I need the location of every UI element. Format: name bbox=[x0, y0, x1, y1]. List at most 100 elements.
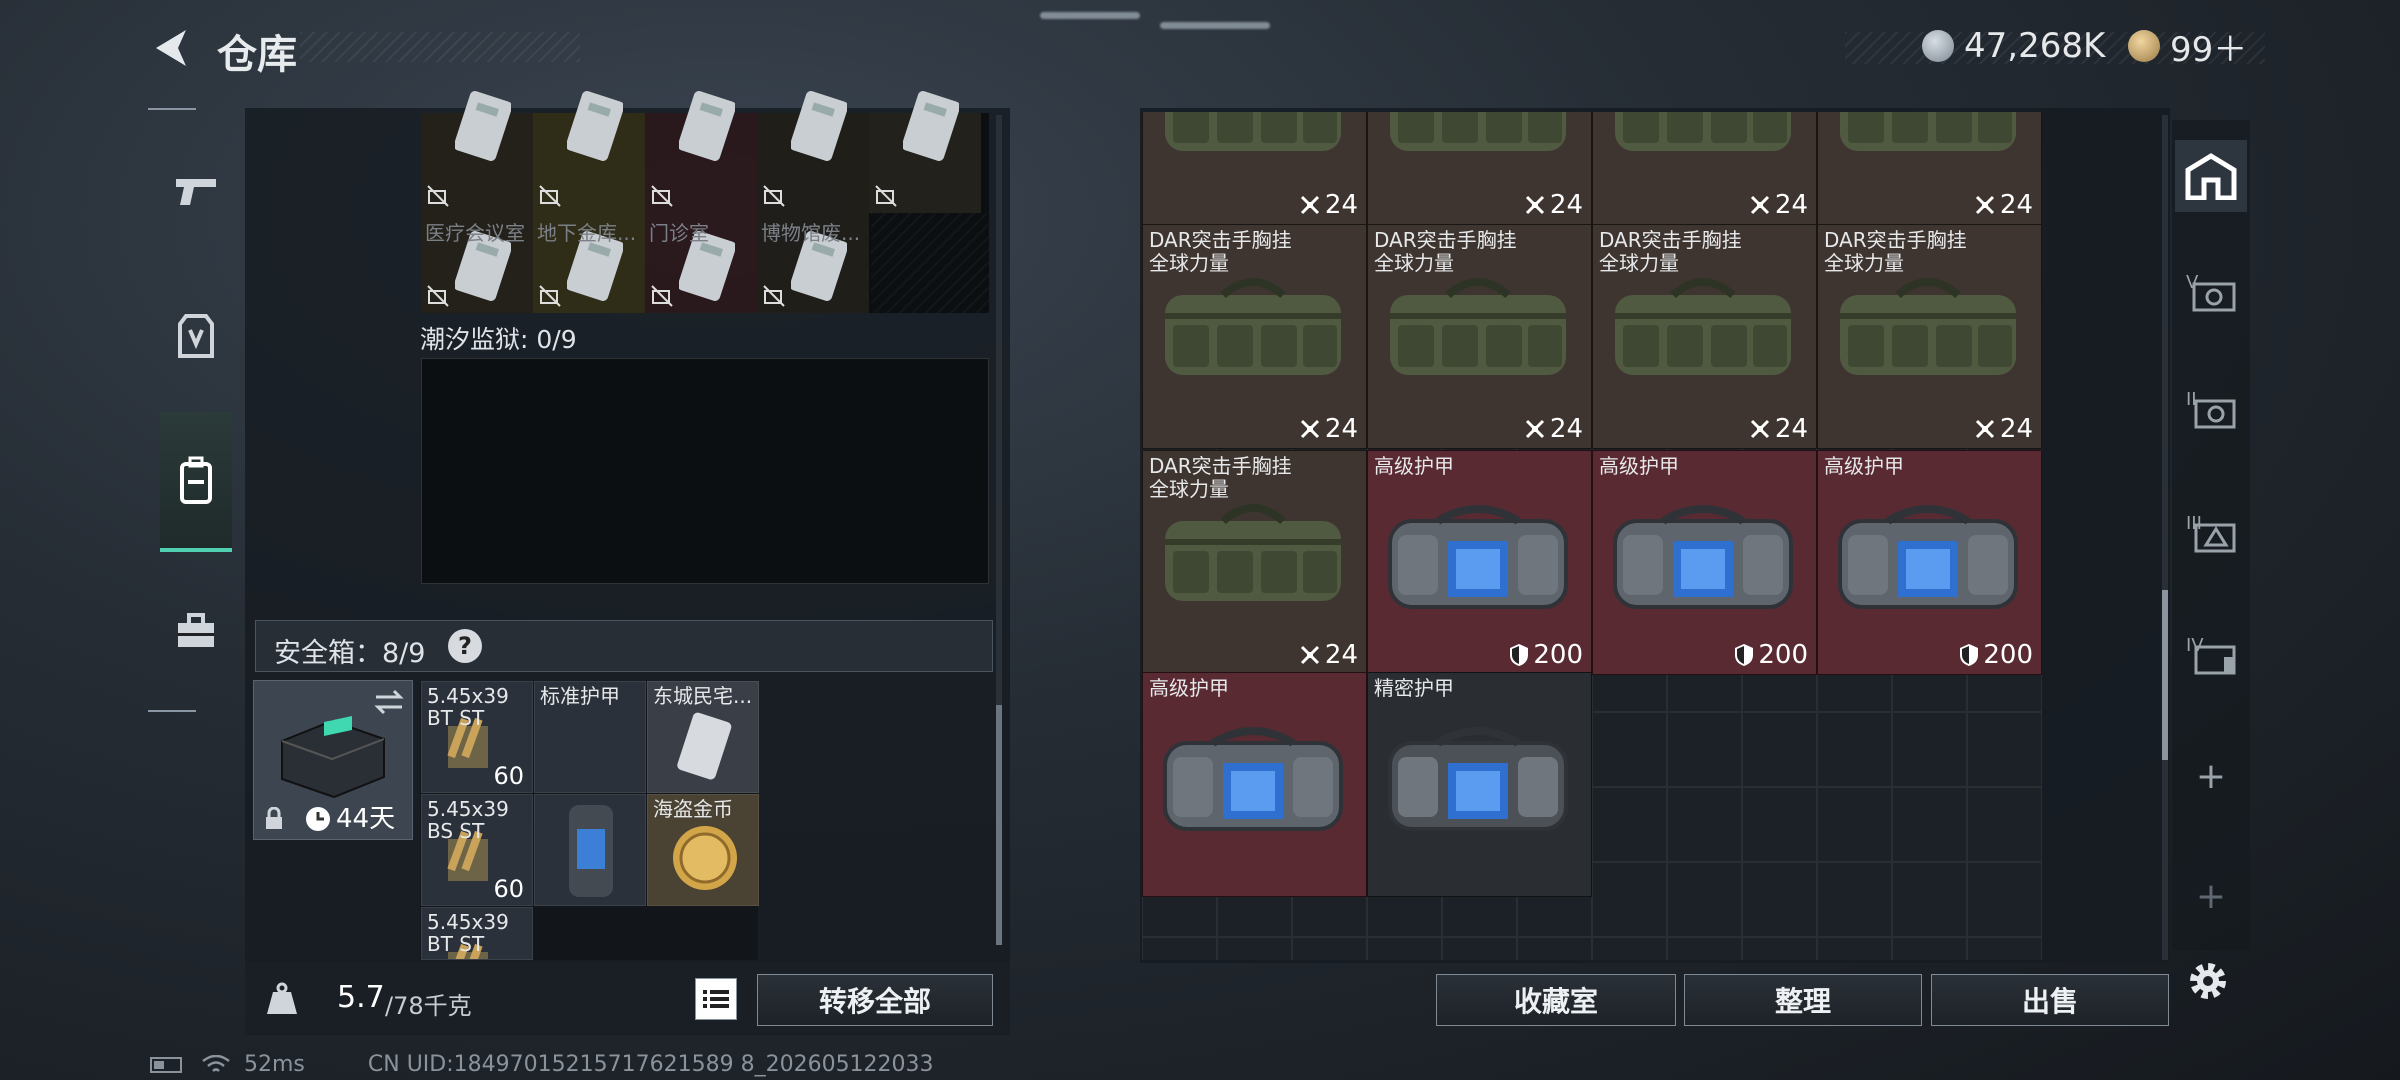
stash-empty-cell[interactable] bbox=[1667, 937, 1742, 960]
left-scrollbar[interactable] bbox=[996, 115, 1002, 945]
durability-shield-icon bbox=[1960, 644, 1979, 666]
item-name: DAR突击手胸挂 bbox=[1599, 228, 1742, 252]
rail-case-4[interactable]: IV bbox=[2175, 618, 2247, 690]
currency-koen-value: 47,268K bbox=[1964, 26, 2106, 66]
item-name: DAR突击手胸挂 bbox=[1374, 228, 1517, 252]
stash-item[interactable]: 全球力量24 bbox=[1592, 112, 1817, 225]
stash-empty-cell[interactable] bbox=[1967, 712, 2042, 787]
stash-empty-cell[interactable] bbox=[1742, 862, 1817, 937]
stash-item[interactable]: 高级护甲 200 bbox=[1367, 450, 1592, 675]
stash-empty-cell[interactable] bbox=[1217, 937, 1292, 960]
stash-empty-cell[interactable] bbox=[1817, 937, 1892, 960]
safebox-item[interactable] bbox=[534, 794, 646, 906]
stash-empty-cell[interactable] bbox=[1592, 862, 1667, 937]
keycard-slot[interactable] bbox=[645, 91, 757, 213]
keycard-slot[interactable] bbox=[869, 91, 981, 213]
keycard-slot[interactable]: 地下金库... bbox=[533, 213, 645, 313]
stash-item[interactable]: DAR突击手胸挂 全球力量 24 bbox=[1142, 450, 1367, 675]
collection-room-button[interactable]: 收藏室 bbox=[1436, 974, 1676, 1026]
armor-bag-icon bbox=[1163, 727, 1343, 831]
rail-add-case-1[interactable]: + bbox=[2175, 740, 2247, 812]
nav-toolbox[interactable] bbox=[160, 595, 232, 667]
rail-case-3[interactable]: III bbox=[2175, 496, 2247, 568]
stash-empty-cell[interactable] bbox=[1667, 787, 1742, 862]
rail-add-case-2[interactable]: + bbox=[2175, 860, 2247, 932]
keycard-slot[interactable] bbox=[533, 91, 645, 213]
sort-button[interactable]: 整理 bbox=[1684, 974, 1922, 1026]
keycard-slot[interactable] bbox=[757, 91, 869, 213]
nav-weapons[interactable] bbox=[160, 155, 232, 227]
stash-empty-cell[interactable] bbox=[1967, 787, 2042, 862]
stash-empty-cell[interactable] bbox=[1892, 937, 1967, 960]
settings-button[interactable] bbox=[2172, 945, 2244, 1017]
stash-item[interactable]: DAR突击手胸挂 全球力量 24 bbox=[1142, 224, 1367, 449]
stash-scrollbar[interactable] bbox=[2162, 115, 2168, 960]
stash-item[interactable]: 全球力量24 bbox=[1142, 112, 1367, 225]
back-arrow-icon[interactable] bbox=[150, 26, 190, 70]
stash-item[interactable]: DAR突击手胸挂 全球力量 24 bbox=[1367, 224, 1592, 449]
stash-empty-cell[interactable] bbox=[1667, 712, 1742, 787]
safebox-item[interactable]: 5.45x39 BT ST 60 bbox=[421, 681, 533, 793]
stash-empty-cell[interactable] bbox=[1517, 937, 1592, 960]
no-extract-icon bbox=[763, 285, 785, 307]
prison-grid[interactable] bbox=[421, 358, 989, 584]
stash-item[interactable]: 精密护甲 bbox=[1367, 672, 1592, 897]
stash-empty-cell[interactable] bbox=[1592, 712, 1667, 787]
safebox-item[interactable]: 5.45x39 BS ST 60 bbox=[421, 794, 533, 906]
item-label: DAR突击手胸挂 全球力量 bbox=[1149, 455, 1292, 501]
currency-token[interactable]: 99＋ bbox=[2128, 28, 2247, 70]
safebox-item[interactable]: 东城民宅... bbox=[647, 681, 759, 793]
armor-bag-icon bbox=[1388, 505, 1568, 609]
stash-item[interactable]: 高级护甲 bbox=[1142, 672, 1367, 897]
stash-empty-cell[interactable] bbox=[1892, 712, 1967, 787]
stash-empty-cell[interactable] bbox=[1967, 862, 2042, 937]
stash-empty-cell[interactable] bbox=[1292, 937, 1367, 960]
safebox-item[interactable]: 标准护甲 bbox=[534, 681, 646, 793]
stash-empty-cell[interactable] bbox=[1742, 937, 1817, 960]
sell-button[interactable]: 出售 bbox=[1931, 974, 2169, 1026]
stash-empty-cell[interactable] bbox=[1142, 937, 1217, 960]
stash-empty-cell[interactable] bbox=[1967, 937, 2042, 960]
keycard-slot[interactable]: 门诊室 bbox=[645, 213, 757, 313]
stash-item[interactable]: DAR突击手胸挂 全球力量 24 bbox=[1817, 224, 2042, 449]
nav-equipment[interactable] bbox=[160, 300, 232, 372]
currency-koen[interactable]: 47,268K bbox=[1922, 26, 2106, 66]
item-stat: 24 bbox=[1299, 190, 1358, 220]
stash-item[interactable]: 全球力量24 bbox=[1817, 112, 2042, 225]
stash-empty-cell[interactable] bbox=[1892, 787, 1967, 862]
safebox-item[interactable]: 海盗金币 bbox=[647, 794, 759, 906]
stash-item[interactable]: 高级护甲 200 bbox=[1592, 450, 1817, 675]
stash-empty-cell[interactable] bbox=[1817, 712, 1892, 787]
keycard-slot[interactable]: 博物馆废... bbox=[757, 213, 869, 313]
stash-empty-cell[interactable] bbox=[1817, 787, 1892, 862]
capacity-icon bbox=[1975, 419, 1994, 439]
help-icon[interactable]: ? bbox=[448, 629, 482, 663]
stash-empty-cell[interactable] bbox=[1742, 712, 1817, 787]
stash-empty-cell[interactable] bbox=[1892, 862, 1967, 937]
rail-case-2[interactable]: II bbox=[2175, 372, 2247, 444]
stash-item[interactable]: DAR突击手胸挂 全球力量 24 bbox=[1592, 224, 1817, 449]
stash-empty-cell[interactable] bbox=[1742, 787, 1817, 862]
keycard-slot[interactable]: 医疗会议室 bbox=[421, 213, 533, 313]
rail-home[interactable] bbox=[2175, 140, 2247, 212]
stash-empty-cell[interactable] bbox=[1367, 937, 1442, 960]
nav-backpack[interactable] bbox=[160, 412, 232, 552]
stash-empty-cell[interactable] bbox=[1592, 787, 1667, 862]
stash-item[interactable]: 全球力量24 bbox=[1367, 112, 1592, 225]
stash-item[interactable]: 高级护甲 200 bbox=[1817, 450, 2042, 675]
stash-empty-cell[interactable] bbox=[1442, 937, 1517, 960]
item-value: 24 bbox=[1774, 190, 1808, 220]
list-view-button[interactable] bbox=[695, 978, 737, 1020]
stash-empty-cell[interactable] bbox=[1817, 862, 1892, 937]
rail-case-1[interactable]: V bbox=[2175, 255, 2247, 327]
keycard-slot[interactable] bbox=[421, 91, 533, 213]
safebox-case-icon bbox=[281, 715, 385, 799]
stash-empty-cell[interactable] bbox=[1592, 937, 1667, 960]
case-4-icon: IV bbox=[2186, 635, 2236, 675]
safebox-item[interactable]: 5.45x39 BT ST bbox=[421, 907, 533, 960]
keycard-name: 博物馆废... bbox=[761, 221, 861, 245]
safebox-slot[interactable]: 44天 bbox=[253, 680, 413, 840]
swap-icon[interactable] bbox=[374, 689, 404, 715]
transfer-all-button[interactable]: 转移全部 bbox=[757, 974, 993, 1026]
stash-empty-cell[interactable] bbox=[1667, 862, 1742, 937]
